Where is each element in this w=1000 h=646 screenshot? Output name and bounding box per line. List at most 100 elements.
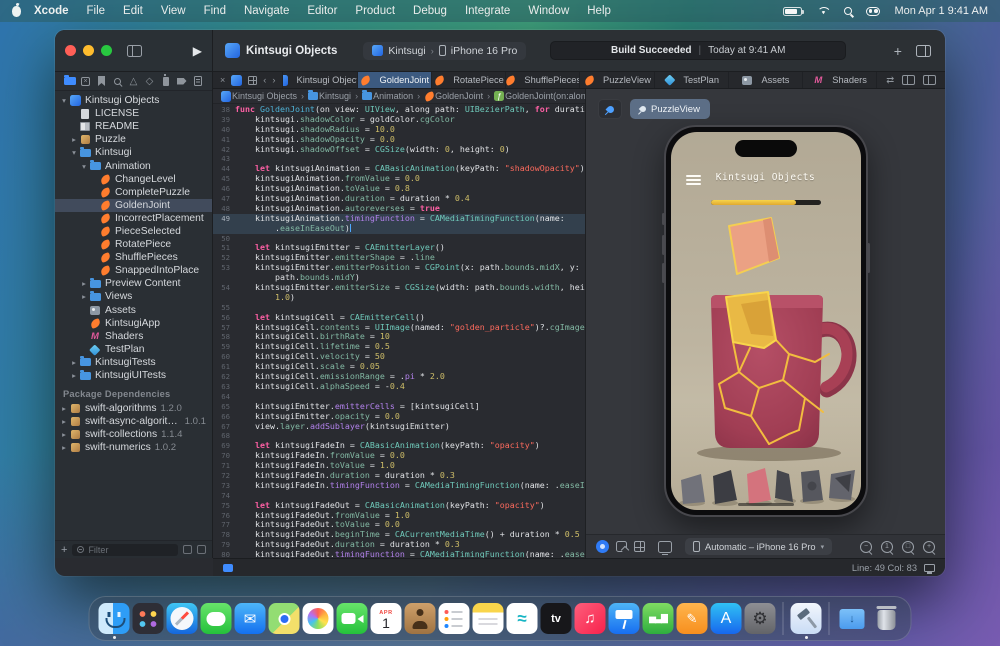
tab-shufflepieces[interactable]: ShufflePieces (505, 72, 579, 88)
package-item-swift-async-algorithms[interactable]: ▸swift-async-algorithms1.0.1 (55, 415, 212, 428)
navigator-tab-reports[interactable] (191, 75, 204, 88)
tab-shaders[interactable]: MShaders (802, 72, 876, 88)
dock-item-music[interactable] (575, 603, 606, 634)
tab-puzzleview[interactable]: PuzzleView (579, 72, 653, 88)
tree-item-preview-content[interactable]: ▸Preview Content (55, 277, 212, 290)
menu-item-navigate[interactable]: Navigate (235, 5, 298, 17)
package-item-swift-algorithms[interactable]: ▸swift-algorithms1.2.0 (55, 402, 212, 415)
recent-filter-icon[interactable] (183, 545, 192, 554)
battery-icon[interactable] (783, 7, 802, 16)
dock-item-calendar[interactable]: APR1 (371, 603, 402, 634)
breadcrumb-item[interactable]: Kintsugi (308, 91, 351, 101)
close-tab-icon[interactable]: × (220, 75, 225, 85)
navigator-tab-issues[interactable]: △ (127, 75, 140, 88)
dock-item-keynote[interactable] (609, 603, 640, 634)
add-button[interactable]: + (894, 43, 902, 59)
tree-item-completepuzzle[interactable]: CompletePuzzle (55, 186, 212, 199)
dock-item-pages[interactable] (677, 603, 708, 634)
dock-item-xcode[interactable] (791, 603, 822, 634)
tab-overview-icon[interactable] (248, 76, 257, 85)
apple-logo-icon[interactable] (12, 6, 21, 17)
pin-preview-button[interactable] (598, 99, 622, 119)
dock-item-settings[interactable] (745, 603, 776, 634)
device-settings-button[interactable] (658, 541, 672, 553)
scheme-name[interactable]: Kintsugi (388, 45, 425, 57)
minimap-icon[interactable] (902, 75, 915, 85)
tab-rotatepiece[interactable]: RotatePiece (431, 72, 505, 88)
close-button[interactable] (65, 45, 76, 56)
dock-item-appletv[interactable] (541, 603, 572, 634)
tab-kintsugi-objects[interactable]: Kintsugi Objects (282, 72, 356, 88)
line-col-indicator[interactable]: Line: 49 Col: 83 (852, 563, 917, 573)
dock-item-finder[interactable] (99, 603, 130, 634)
dock-item-trash[interactable] (871, 603, 902, 634)
tree-item-testplan[interactable]: TestPlan (55, 343, 212, 356)
source-code[interactable]: 38func GoldenJoint(on view: UIView, alon… (213, 104, 585, 558)
zoom-in-button[interactable]: + (923, 541, 935, 553)
navigator-tab-bookmarks[interactable] (95, 75, 108, 88)
kintsugi-mug-scene[interactable] (671, 212, 861, 510)
tree-item-shufflepieces[interactable]: ShufflePieces (55, 251, 212, 264)
forward-icon[interactable]: › (272, 75, 275, 85)
dock-item-maps[interactable] (269, 603, 300, 634)
navigator-tab-tests[interactable]: ◇ (143, 75, 156, 88)
swap-editors-icon[interactable]: ⇄ (886, 75, 894, 86)
breadcrumb-item[interactable]: Animation (362, 91, 413, 101)
live-preview-button[interactable] (596, 540, 609, 553)
menu-item-window[interactable]: Window (519, 5, 578, 17)
iphone-preview[interactable]: Kintsugi Objects (664, 125, 868, 517)
tab-assets[interactable]: Assets (728, 72, 802, 88)
menu-clock[interactable]: Mon Apr 1 9:41 AM (894, 5, 988, 17)
tree-item-kintsugiapp[interactable]: KintsugiApp (55, 317, 212, 330)
zoom-out-button[interactable]: − (860, 541, 872, 553)
dock-item-notes[interactable] (473, 603, 504, 634)
dock-item-freeform[interactable] (507, 603, 538, 634)
selectable-mode-button[interactable] (616, 541, 627, 552)
tree-item-animation[interactable]: ▾Animation (55, 159, 212, 172)
breadcrumb-item[interactable]: Kintsugi Objects (221, 91, 297, 101)
filter-field[interactable]: Filter (72, 544, 178, 556)
app-screen[interactable]: Kintsugi Objects (671, 132, 861, 510)
dock-item-photos[interactable] (303, 603, 334, 634)
back-icon[interactable]: ‹ (263, 75, 266, 85)
menu-item-integrate[interactable]: Integrate (456, 5, 519, 17)
add-file-button[interactable]: + (61, 544, 67, 556)
menu-item-debug[interactable]: Debug (404, 5, 456, 17)
tree-item-snappedintoplace[interactable]: SnappedIntoPlace (55, 264, 212, 277)
navigator-tab-source-control[interactable]: × (79, 75, 92, 88)
dock-item-appstore[interactable] (711, 603, 742, 634)
tree-item-kintsugiuitests[interactable]: ▸KintsugiUITests (55, 369, 212, 382)
tree-item-kintsugi-objects[interactable]: ▾Kintsugi Objects (55, 94, 212, 107)
pinned-preview-pill[interactable]: PuzzleView (630, 99, 710, 119)
wifi-icon[interactable] (816, 6, 830, 16)
scm-filter-icon[interactable] (197, 545, 206, 554)
tree-item-license[interactable]: LICENSE (55, 107, 212, 120)
navigator-tab-find[interactable] (111, 75, 124, 88)
minimize-button[interactable] (83, 45, 94, 56)
tree-item-readme[interactable]: README (55, 120, 212, 133)
navigator-tab-debug[interactable] (159, 75, 172, 88)
breadcrumb-item[interactable]: GoldenJoint (424, 91, 483, 101)
zoom-100-button[interactable]: 1 (881, 541, 893, 553)
menu-item-edit[interactable]: Edit (114, 5, 152, 17)
preview-device-pill[interactable]: Automatic – iPhone 16 Pro ▾ (685, 538, 832, 555)
sidebar-toggle-icon[interactable] (127, 45, 142, 57)
dock-item-messages[interactable] (201, 603, 232, 634)
activity-status[interactable]: Build Succeeded | Today at 9:41 AM (550, 41, 846, 60)
tab-testplan[interactable]: TestPlan (654, 72, 728, 88)
zoom-button[interactable] (101, 45, 112, 56)
editor-layout-icon[interactable] (916, 45, 931, 57)
package-item-swift-collections[interactable]: ▸swift-collections1.1.4 (55, 428, 212, 441)
menu-item-editor[interactable]: Editor (298, 5, 346, 17)
dock-item-contacts[interactable] (405, 603, 436, 634)
inspector-toggle-icon[interactable] (923, 75, 936, 85)
tree-item-kintsugi[interactable]: ▾Kintsugi (55, 146, 212, 159)
dock-item-facetime[interactable] (337, 603, 368, 634)
run-button[interactable]: ▶ (193, 44, 202, 58)
tree-item-puzzle[interactable]: ▸Puzzle (55, 133, 212, 146)
zoom-fit-button[interactable]: □ (902, 541, 914, 553)
tree-item-views[interactable]: ▸Views (55, 290, 212, 303)
navigator-tab-project[interactable] (63, 75, 76, 88)
breadcrumb-item[interactable]: ƒGoldenJoint(on:along:for:) (494, 91, 585, 101)
menu-hamburger-icon[interactable] (686, 175, 701, 188)
